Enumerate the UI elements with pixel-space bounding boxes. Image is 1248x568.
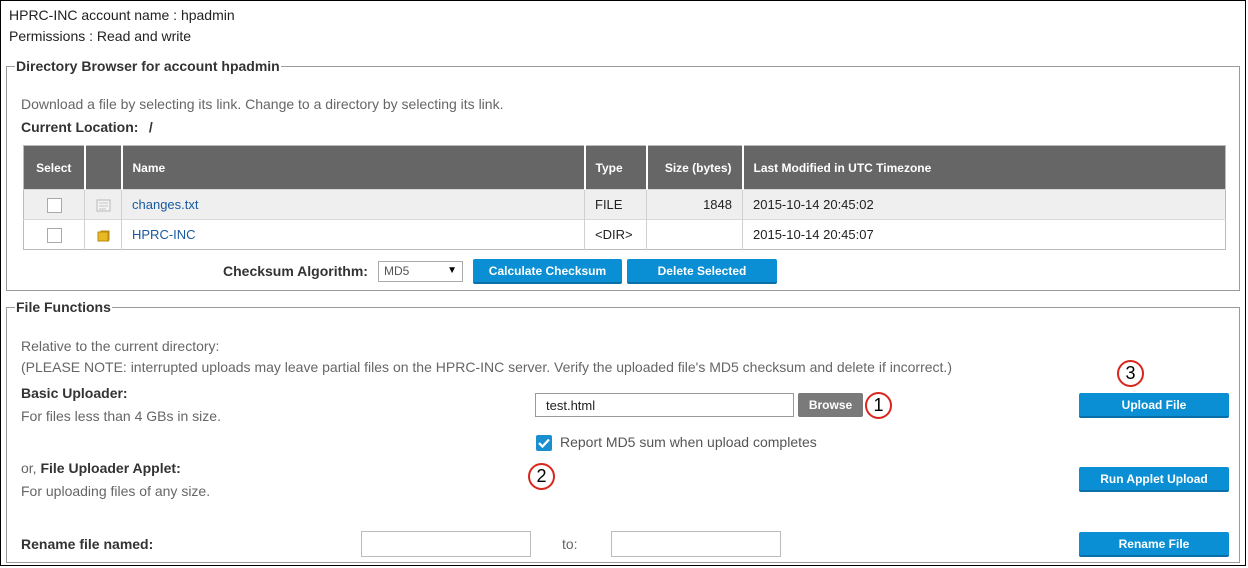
row-size-cell: 1848: [646, 189, 743, 220]
applet-prefix: or,: [21, 460, 41, 476]
checksum-selected-value: MD5: [384, 264, 410, 278]
rename-to-label: to:: [562, 536, 578, 552]
rename-from-input[interactable]: [361, 531, 531, 557]
row-select-checkbox[interactable]: [46, 197, 62, 213]
current-location: Current Location: /: [21, 119, 153, 137]
row-name-cell: HPRC-INC: [121, 219, 585, 250]
row-select-cell: [23, 219, 85, 250]
row-type-cell: FILE: [584, 189, 647, 220]
column-header-icon: [84, 145, 123, 190]
report-md5-label: Report MD5 sum when upload completes: [560, 434, 817, 450]
table-header-row: Select Name Type Size (bytes) Last Modif…: [23, 145, 1226, 190]
column-header-size[interactable]: Size (bytes): [646, 145, 744, 190]
row-type-cell: <DIR>: [584, 219, 647, 250]
rename-file-button[interactable]: Rename File: [1079, 532, 1229, 557]
column-header-type[interactable]: Type: [584, 145, 648, 190]
row-icon-cell: [84, 189, 122, 220]
table-row: HPRC-INC <DIR> 2015-10-14 20:45:07: [23, 219, 1226, 250]
marker-2: 2: [528, 463, 555, 490]
row-icon-cell: [84, 219, 122, 250]
calculate-checksum-button[interactable]: Calculate Checksum: [473, 259, 622, 284]
current-location-label: Current Location:: [21, 119, 139, 135]
applet-title: File Uploader Applet:: [40, 460, 181, 476]
file-path-input[interactable]: [535, 393, 794, 417]
column-header-name[interactable]: Name: [121, 145, 586, 190]
applet-desc: For uploading files of any size.: [21, 483, 211, 499]
directory-browser-legend: Directory Browser for account hpadmin: [16, 58, 280, 74]
folder-icon: [97, 230, 109, 242]
current-location-value: /: [148, 119, 153, 135]
delete-selected-button[interactable]: Delete Selected: [627, 259, 777, 284]
rename-label: Rename file named:: [21, 536, 154, 552]
checksum-algorithm-select[interactable]: MD5 ▼: [378, 261, 463, 282]
applet-title-line: or, File Uploader Applet:: [21, 460, 181, 476]
directory-instructions: Download a file by selecting its link. C…: [21, 96, 504, 112]
dropdown-arrow-icon: ▼: [447, 265, 457, 276]
marker-3: 3: [1117, 360, 1144, 387]
row-select-cell: [23, 189, 85, 220]
checkmark-icon: [538, 438, 550, 449]
basic-uploader-desc: For files less than 4 GBs in size.: [21, 408, 221, 424]
file-icon: [96, 199, 110, 212]
directory-browser-panel: Directory Browser for account hpadmin Do…: [6, 58, 1240, 291]
table-row: changes.txt FILE 1848 2015-10-14 20:45:0…: [23, 189, 1226, 220]
upload-file-button[interactable]: Upload File: [1079, 393, 1229, 418]
relative-note: Relative to the current directory:: [21, 338, 220, 354]
row-modified-cell: 2015-10-14 20:45:02: [742, 189, 1226, 220]
file-link-changes[interactable]: changes.txt: [132, 197, 199, 212]
marker-1: 1: [865, 392, 892, 419]
file-functions-panel: File Functions Relative to the current d…: [6, 299, 1240, 563]
warning-note: (PLEASE NOTE: interrupted uploads may le…: [21, 359, 952, 375]
row-size-cell: [646, 219, 743, 250]
directory-table: Select Name Type Size (bytes) Last Modif…: [23, 145, 1226, 250]
row-name-cell: changes.txt: [121, 189, 585, 220]
rename-to-input[interactable]: [611, 531, 781, 557]
permissions: Permissions : Read and write: [9, 28, 192, 44]
column-header-select: Select: [23, 145, 86, 190]
column-header-modified[interactable]: Last Modified in UTC Timezone: [742, 145, 1226, 190]
run-applet-upload-button[interactable]: Run Applet Upload: [1079, 467, 1229, 492]
account-name: HPRC-INC account name : hpadmin: [9, 7, 235, 23]
basic-uploader-title: Basic Uploader:: [21, 385, 128, 401]
dir-link-hprc-inc[interactable]: HPRC-INC: [132, 227, 196, 242]
row-modified-cell: 2015-10-14 20:45:07: [742, 219, 1226, 250]
page-frame: HPRC-INC account name : hpadmin Permissi…: [0, 0, 1246, 566]
report-md5-checkbox[interactable]: [536, 435, 552, 451]
row-select-checkbox[interactable]: [46, 227, 62, 243]
browse-button[interactable]: Browse: [798, 393, 863, 417]
file-functions-legend: File Functions: [16, 299, 111, 315]
checksum-label: Checksum Algorithm:: [223, 263, 368, 279]
